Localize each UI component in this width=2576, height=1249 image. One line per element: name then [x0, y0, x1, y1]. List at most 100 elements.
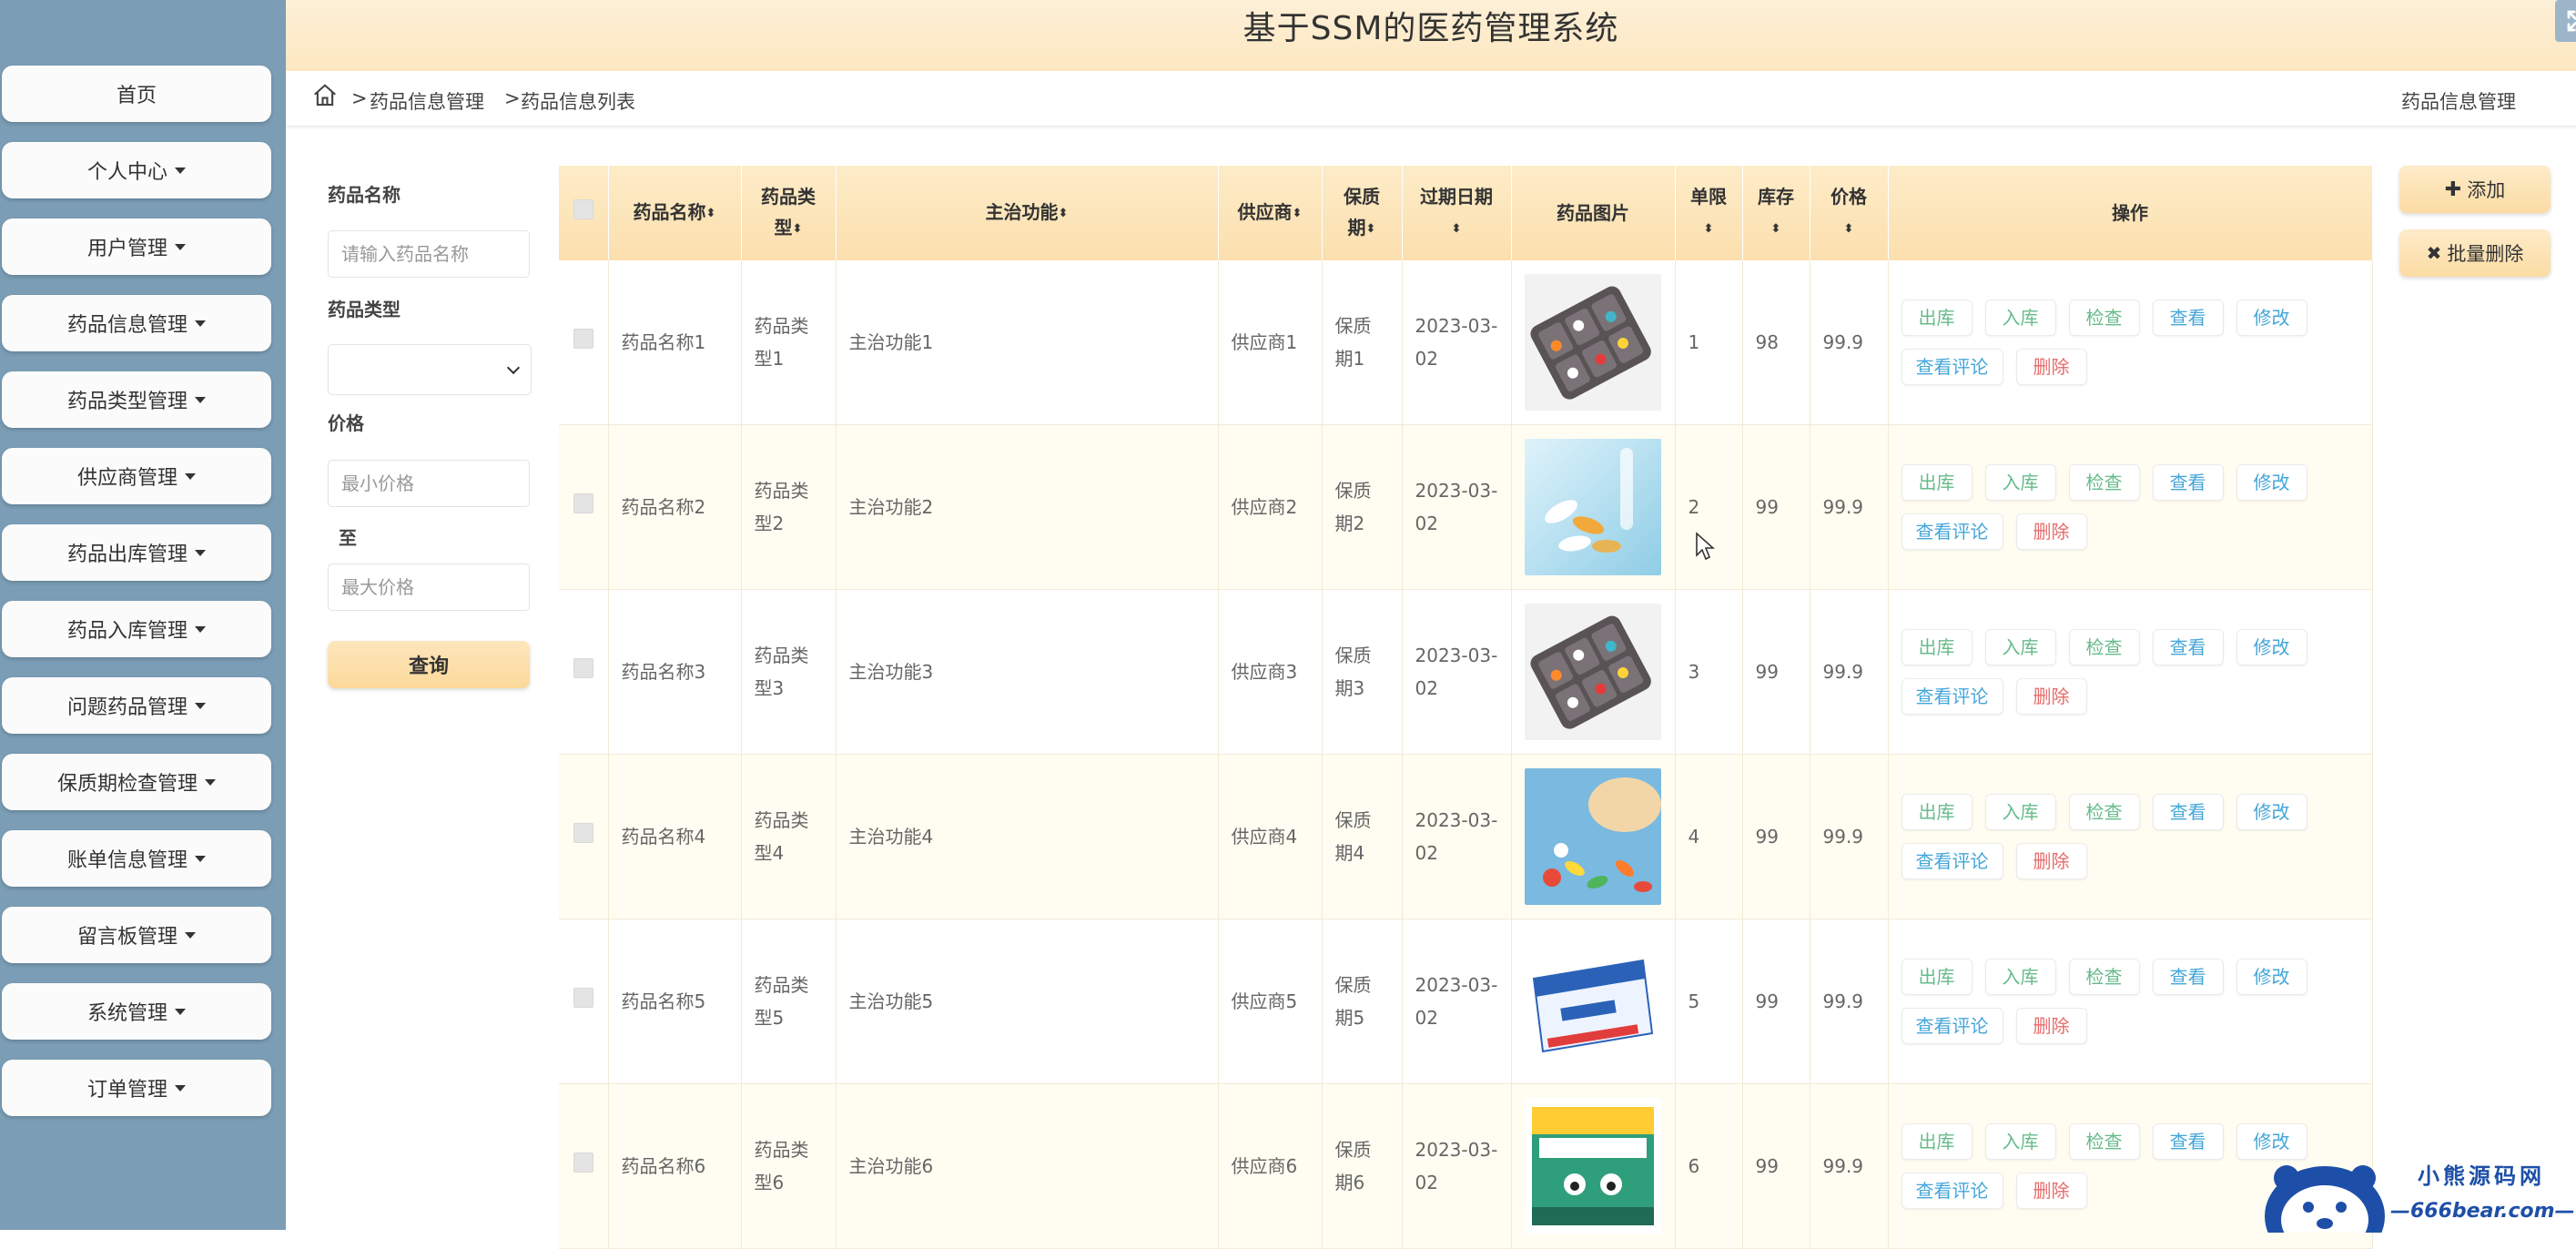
delete-button[interactable]: 删除: [2015, 349, 2087, 385]
edit-button[interactable]: 修改: [2236, 959, 2307, 995]
add-button[interactable]: ✚ 添加: [2399, 166, 2551, 213]
view-comments-button[interactable]: 查看评论: [1901, 678, 2003, 715]
check-button[interactable]: 检查: [2068, 300, 2140, 336]
breadcrumb-level1[interactable]: 药品信息管理: [370, 87, 484, 115]
edit-button[interactable]: 修改: [2236, 629, 2307, 665]
row-checkbox[interactable]: [573, 329, 593, 349]
search-type-select[interactable]: [328, 344, 532, 395]
outbound-button[interactable]: 出库: [1901, 629, 1973, 665]
sidebar-item-user-management[interactable]: 用户管理: [2, 218, 271, 275]
inbound-button[interactable]: 入库: [1984, 959, 2056, 995]
row-select-cell[interactable]: [559, 919, 609, 1084]
outbound-button[interactable]: 出库: [1901, 794, 1973, 830]
view-button[interactable]: 查看: [2152, 300, 2224, 336]
view-button[interactable]: 查看: [2152, 959, 2224, 995]
sidebar-item-message-board[interactable]: 留言板管理: [2, 907, 271, 963]
row-select-cell[interactable]: [559, 424, 609, 590]
search-name-input[interactable]: [328, 230, 530, 278]
sidebar-item-label: 药品出库管理: [66, 543, 188, 566]
inbound-button[interactable]: 入库: [1984, 464, 2056, 501]
sidebar-item-drug-inbound[interactable]: 药品入库管理: [2, 601, 271, 657]
search-min-price-input[interactable]: [328, 460, 530, 507]
view-comments-button[interactable]: 查看评论: [1901, 843, 2003, 879]
delete-button[interactable]: 删除: [2015, 513, 2087, 550]
check-button[interactable]: 检查: [2068, 629, 2140, 665]
batch-delete-button[interactable]: ✖ 批量删除: [2399, 229, 2551, 277]
col-limit-header[interactable]: 单限 ⬍: [1675, 166, 1743, 260]
inbound-button[interactable]: 入库: [1984, 794, 2056, 830]
row-select-cell[interactable]: [559, 1083, 609, 1249]
sidebar-item-drug-outbound[interactable]: 药品出库管理: [2, 524, 271, 581]
view-button[interactable]: 查看: [2152, 794, 2224, 830]
row-checkbox[interactable]: [573, 658, 593, 678]
view-comments-button[interactable]: 查看评论: [1901, 1008, 2003, 1044]
sidebar-item-personal-center[interactable]: 个人中心: [2, 142, 271, 198]
outbound-button[interactable]: 出库: [1901, 1123, 1973, 1160]
sidebar-item-system[interactable]: 系统管理: [2, 983, 271, 1040]
col-func-header[interactable]: 主治功能⬍: [836, 166, 1219, 260]
row-select-cell[interactable]: [559, 754, 609, 919]
drug-thumbnail-capsule-box-green[interactable]: [1524, 1098, 1661, 1234]
col-supplier-header[interactable]: 供应商⬍: [1218, 166, 1323, 260]
select-all-checkbox[interactable]: [573, 199, 593, 219]
view-button[interactable]: 查看: [2152, 629, 2224, 665]
sidebar-item-label: 系统管理: [86, 1002, 167, 1025]
view-comments-button[interactable]: 查看评论: [1901, 349, 2003, 385]
view-comments-button[interactable]: 查看评论: [1901, 513, 2003, 550]
drug-thumbnail-capsules-lab[interactable]: [1524, 439, 1661, 575]
view-button[interactable]: 查看: [2152, 464, 2224, 501]
row-checkbox[interactable]: [573, 493, 593, 513]
view-button[interactable]: 查看: [2152, 1123, 2224, 1160]
inbound-button[interactable]: 入库: [1984, 629, 2056, 665]
delete-button[interactable]: 删除: [2015, 1173, 2087, 1209]
drug-thumbnail-medicine-box-blue[interactable]: [1524, 933, 1661, 1070]
edit-button[interactable]: 修改: [2236, 464, 2307, 501]
select-all-header[interactable]: [559, 166, 609, 260]
sidebar-item-drug-info[interactable]: 药品信息管理: [2, 295, 271, 351]
col-shelf-header[interactable]: 保质 期⬍: [1322, 166, 1403, 260]
drug-thumbnail-pill-organizer[interactable]: [1524, 274, 1661, 411]
sidebar-item-orders[interactable]: 订单管理: [2, 1060, 271, 1116]
col-stock-header[interactable]: 库存 ⬍: [1742, 166, 1810, 260]
view-comments-button[interactable]: 查看评论: [1901, 1173, 2003, 1209]
inbound-button[interactable]: 入库: [1984, 1123, 2056, 1160]
outbound-button[interactable]: 出库: [1901, 300, 1973, 336]
sidebar-item-shelf-check[interactable]: 保质期检查管理: [2, 754, 271, 810]
drug-thumbnail-pill-organizer[interactable]: [1524, 604, 1661, 740]
caret-down-icon: [205, 778, 216, 786]
delete-button[interactable]: 删除: [2015, 843, 2087, 879]
sidebar-item-home[interactable]: 首页: [2, 66, 271, 122]
cell-expire: 2023-03- 02: [1402, 260, 1512, 425]
row-checkbox[interactable]: [573, 823, 593, 843]
sidebar-item-problem-drug[interactable]: 问题药品管理: [2, 677, 271, 734]
check-button[interactable]: 检查: [2068, 1123, 2140, 1160]
col-expire-header[interactable]: 过期日期 ⬍: [1402, 166, 1512, 260]
cell-stock: 98: [1742, 260, 1810, 425]
fullscreen-button[interactable]: [2555, 0, 2576, 42]
check-button[interactable]: 检查: [2068, 959, 2140, 995]
drug-thumbnail-colorful-pills[interactable]: [1524, 768, 1661, 905]
row-checkbox[interactable]: [573, 1153, 593, 1173]
col-type-header[interactable]: 药品类 型⬍: [741, 166, 837, 260]
col-name-header[interactable]: 药品名称⬍: [608, 166, 742, 260]
outbound-button[interactable]: 出库: [1901, 464, 1973, 501]
sidebar-item-drug-type[interactable]: 药品类型管理: [2, 371, 271, 428]
inbound-button[interactable]: 入库: [1984, 300, 2056, 336]
search-max-price-input[interactable]: [328, 564, 530, 611]
delete-button[interactable]: 删除: [2015, 678, 2087, 715]
delete-button[interactable]: 删除: [2015, 1008, 2087, 1044]
outbound-button[interactable]: 出库: [1901, 959, 1973, 995]
sidebar-item-bill-info[interactable]: 账单信息管理: [2, 830, 271, 887]
row-select-cell[interactable]: [559, 260, 609, 425]
edit-button[interactable]: 修改: [2236, 300, 2307, 336]
col-price-header[interactable]: 价格 ⬍: [1810, 166, 1889, 260]
check-button[interactable]: 检查: [2068, 794, 2140, 830]
check-button[interactable]: 检查: [2068, 464, 2140, 501]
edit-button[interactable]: 修改: [2236, 794, 2307, 830]
row-checkbox[interactable]: [573, 988, 593, 1008]
sort-icon: ⬍: [1058, 206, 1069, 220]
sidebar-item-supplier[interactable]: 供应商管理: [2, 448, 271, 504]
row-select-cell[interactable]: [559, 589, 609, 755]
query-button[interactable]: 查询: [328, 641, 530, 688]
home-icon[interactable]: [311, 82, 339, 109]
